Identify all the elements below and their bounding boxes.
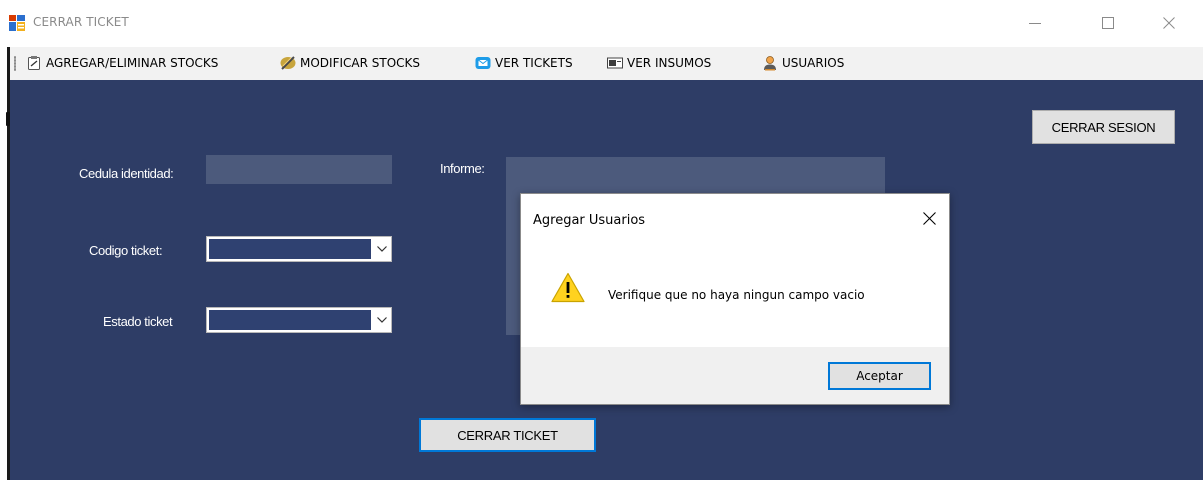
codigo-ticket-dropdown-button[interactable] [372, 237, 391, 261]
chevron-down-icon [376, 317, 387, 323]
minimize-icon [1029, 23, 1041, 24]
dialog-message: Verifique que no haya ningun campo vacio [608, 288, 865, 302]
maximize-icon [1102, 17, 1114, 29]
cerrar-sesion-button[interactable]: CERRAR SESION [1032, 110, 1175, 144]
menu-item-usuarios[interactable]: USUARIOS [762, 52, 844, 74]
chevron-down-icon [376, 246, 387, 252]
close-window-button[interactable] [1149, 8, 1189, 38]
warning-icon [551, 272, 585, 303]
codigo-ticket-label: Codigo ticket: [89, 243, 163, 258]
menu-grip[interactable] [14, 56, 16, 71]
clipboard-icon [28, 56, 40, 70]
estado-ticket-label: Estado ticket [103, 314, 173, 329]
close-icon [1163, 17, 1175, 29]
title-bar[interactable]: CERRAR TICKET [0, 0, 1203, 47]
menu-strip: AGREGAR/ELIMINAR STOCKS MODIFICAR STOCKS… [10, 47, 1203, 80]
menu-item-ver-tickets[interactable]: VER TICKETS [475, 52, 573, 74]
menu-item-label: MODIFICAR STOCKS [300, 56, 421, 70]
dialog-title: Agregar Usuarios [533, 213, 646, 228]
cerrar-ticket-button[interactable]: CERRAR TICKET [419, 418, 596, 452]
window-title: CERRAR TICKET [33, 15, 129, 29]
codigo-ticket-select[interactable] [206, 236, 392, 262]
maximize-button[interactable] [1088, 8, 1128, 38]
informe-label: Informe: [440, 161, 485, 176]
menu-item-label: VER TICKETS [495, 56, 573, 70]
message-dialog: Agregar Usuarios Verifique que no haya n… [520, 193, 950, 405]
minimize-button[interactable] [1015, 8, 1055, 38]
window-edge-notch [6, 112, 10, 126]
menu-item-modificar-stocks[interactable]: MODIFICAR STOCKS [280, 52, 420, 74]
user-icon [764, 56, 776, 71]
estado-ticket-dropdown-button[interactable] [372, 308, 391, 332]
close-icon [922, 211, 936, 225]
menu-item-label: USUARIOS [782, 56, 845, 70]
menu-item-ver-insumos[interactable]: VER INSUMOS [607, 52, 711, 74]
estado-ticket-select-value [209, 310, 371, 330]
menu-item-label: AGREGAR/ELIMINAR STOCKS [46, 56, 219, 70]
mail-icon [475, 57, 491, 69]
menu-item-agregar-eliminar-stocks[interactable]: AGREGAR/ELIMINAR STOCKS [26, 52, 218, 74]
aceptar-button[interactable]: Aceptar [828, 362, 931, 390]
dialog-footer: Aceptar [521, 347, 949, 404]
app-window-icon [9, 15, 25, 31]
app-window: CERRAR TICKET AGREGAR/ELIMINAR STOCKS MO… [0, 0, 1203, 480]
codigo-ticket-select-value [209, 239, 371, 259]
cedula-input[interactable] [206, 155, 392, 184]
estado-ticket-select[interactable] [206, 307, 392, 333]
menu-item-label: VER INSUMOS [627, 56, 712, 70]
pencil-icon [280, 56, 296, 70]
dialog-close-button[interactable] [915, 204, 943, 232]
cedula-label: Cedula identidad: [79, 166, 174, 181]
card-icon [607, 57, 623, 69]
